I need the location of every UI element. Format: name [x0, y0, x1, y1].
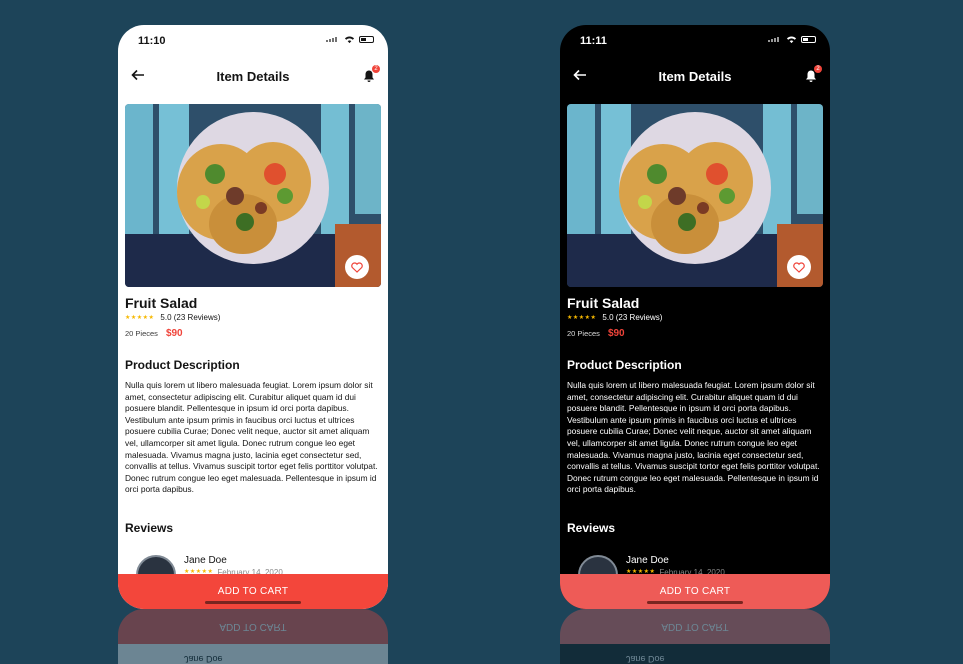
favorite-button[interactable] [787, 255, 811, 279]
price-row: 20 Pieces $90 [125, 328, 183, 339]
add-to-cart-label: ADD TO CART [217, 586, 289, 597]
notifications-button[interactable]: 2 [362, 65, 380, 83]
reviews-heading: Reviews [125, 521, 174, 535]
product-image [567, 104, 823, 287]
notification-badge: 2 [814, 65, 822, 73]
wifi-icon [344, 36, 355, 44]
pieces-count: 20 Pieces [567, 329, 600, 338]
product-price: $90 [165, 328, 183, 339]
reflection-reviewer-name: Jane Doe [626, 654, 665, 664]
notification-badge: 2 [372, 65, 380, 73]
pieces-count: 20 Pieces [125, 329, 158, 338]
description-text: Nulla quis lorem ut libero malesuada feu… [125, 380, 378, 495]
home-indicator [647, 601, 743, 604]
phone-dark: 11:11 Item Details 2 Fruit Salad ★★★★★ 5… [560, 25, 830, 609]
product-image [125, 104, 381, 287]
add-to-cart-button[interactable]: ADD TO CART [560, 574, 830, 609]
reflection-reviewer-name: Jane Doe [184, 654, 223, 664]
rating-row: ★★★★★ 5.0 (23 Reviews) [567, 313, 662, 322]
page-title: Item Details [216, 69, 290, 84]
add-to-cart-button[interactable]: ADD TO CART [118, 574, 388, 609]
home-indicator [205, 601, 301, 604]
price-row: 20 Pieces $90 [567, 328, 625, 339]
rating-text: 5.0 (23 Reviews) [602, 313, 663, 322]
phone-light: 11:10 Item Details 2 Fruit Salad ★★★★★ 5… [118, 25, 388, 609]
heart-icon [351, 261, 363, 273]
rating-stars: ★★★★★ [567, 315, 597, 321]
header: Item Details 2 [560, 65, 830, 89]
reviewer-name: Jane Doe [184, 555, 227, 566]
description-heading: Product Description [567, 358, 682, 372]
reviewer-name: Jane Doe [626, 555, 669, 566]
heart-icon [793, 261, 805, 273]
rating-stars: ★★★★★ [125, 315, 155, 321]
battery-icon [359, 36, 374, 43]
tacos-photo [125, 104, 381, 287]
add-to-cart-label: ADD TO CART [659, 586, 731, 597]
reflection-light: ADD TO CART Jane Doe [118, 609, 388, 664]
status-time: 11:10 [138, 35, 166, 47]
status-bar: 11:10 [118, 25, 388, 59]
rating-text: 5.0 (23 Reviews) [160, 313, 221, 322]
status-bar: 11:11 [560, 25, 830, 59]
reviews-heading: Reviews [567, 521, 616, 535]
header: Item Details 2 [118, 65, 388, 89]
reflection-dark: ADD TO CART Jane Doe [560, 609, 830, 664]
reflection-cart-label: ADD TO CART [661, 621, 729, 632]
product-name: Fruit Salad [567, 295, 640, 311]
product-name: Fruit Salad [125, 295, 198, 311]
page-title: Item Details [658, 69, 732, 84]
description-text: Nulla quis lorem ut libero malesuada feu… [567, 380, 820, 495]
signal-icon [768, 37, 782, 42]
wifi-icon [786, 36, 797, 44]
signal-icon [326, 37, 340, 42]
battery-icon [801, 36, 816, 43]
rating-row: ★★★★★ 5.0 (23 Reviews) [125, 313, 220, 322]
status-time: 11:11 [580, 35, 607, 47]
tacos-photo [567, 104, 823, 287]
product-price: $90 [607, 328, 625, 339]
favorite-button[interactable] [345, 255, 369, 279]
description-heading: Product Description [125, 358, 240, 372]
notifications-button[interactable]: 2 [804, 65, 822, 83]
reflection-cart-label: ADD TO CART [219, 621, 287, 632]
